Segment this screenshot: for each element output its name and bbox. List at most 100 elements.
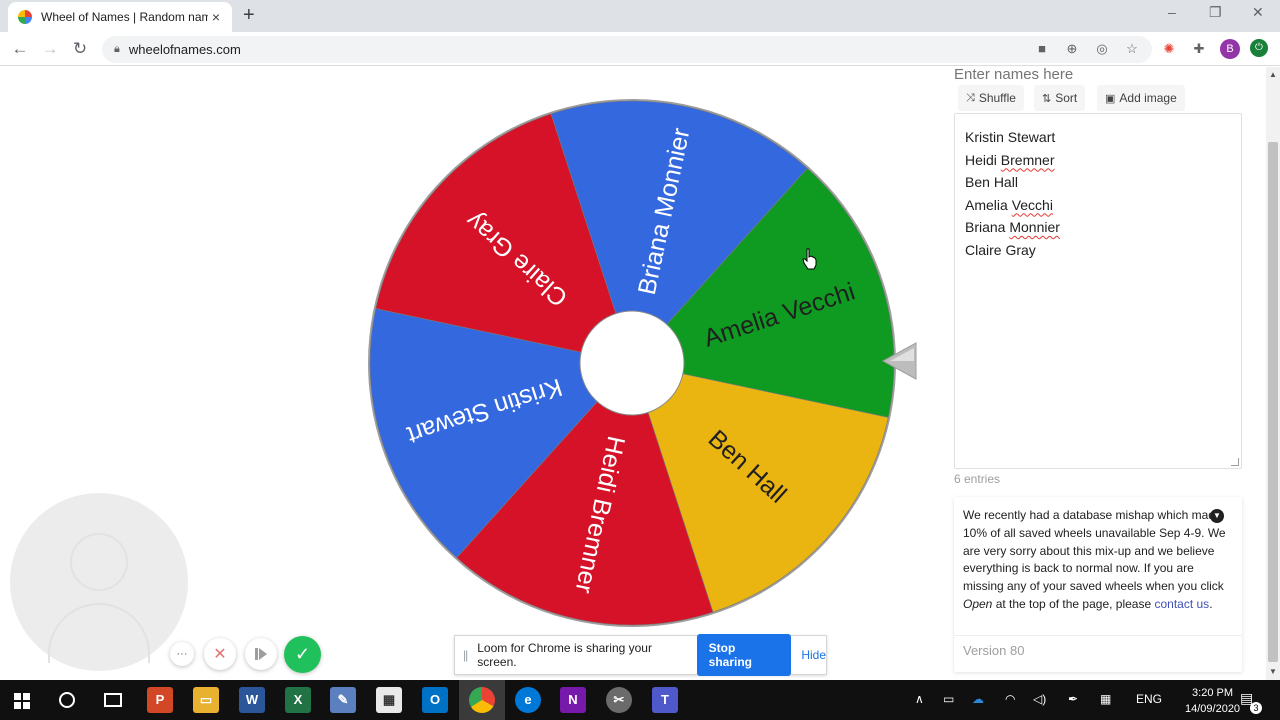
name-first: Briana (965, 219, 1006, 235)
contact-us-link[interactable]: contact us (1154, 597, 1209, 611)
image-icon: ▣ (1105, 92, 1116, 105)
name-entry[interactable]: Amelia Vecchi (965, 194, 1231, 217)
outlook-icon[interactable]: O (422, 687, 448, 713)
clock-date: 14/09/2020 (1185, 703, 1241, 715)
wheel-center-hub[interactable] (579, 310, 685, 416)
notice-card: We recently had a database mishap which … (954, 497, 1242, 672)
minimize-button[interactable]: – (1168, 4, 1176, 20)
name-entry[interactable]: Ben Hall (965, 171, 1231, 194)
scrollbar-thumb[interactable] (1268, 142, 1278, 662)
name-last: Vecchi (1011, 196, 1053, 213)
name-entry[interactable]: Heidi Bremner (965, 149, 1231, 172)
back-icon[interactable]: ← (10, 39, 30, 59)
chrome-icon[interactable] (469, 687, 495, 713)
notice-open-word: Open (963, 596, 993, 611)
tab-strip: Wheel of Names | Random name × + – ❐ ✕ (0, 0, 1280, 32)
teams-icon[interactable]: T (652, 687, 678, 713)
add-image-button[interactable]: ▣ Add image (1097, 85, 1185, 111)
loom-pause-button[interactable] (245, 638, 277, 670)
wifi-icon[interactable]: ◠ (1005, 692, 1015, 706)
star-icon[interactable]: ☆ (1123, 40, 1141, 58)
loom-cancel-button[interactable]: ✕ (204, 638, 236, 670)
sort-button[interactable]: ⇅ Sort (1034, 85, 1086, 111)
pen-icon[interactable]: ✒ (1068, 692, 1078, 706)
name-last: Gray (1005, 241, 1036, 258)
version-label: Version 80 (963, 643, 1025, 658)
sort-icon: ⇅ (1042, 92, 1052, 105)
onenote-icon[interactable]: N (560, 687, 586, 713)
profile-avatar[interactable]: B (1220, 39, 1240, 59)
name-wheel[interactable]: Amelia VecchiBen HallHeidi BremnerKristi… (366, 97, 898, 629)
notice-body-2: at the top of the page, please (992, 596, 1155, 611)
pause-play-icon (255, 648, 267, 660)
sort-label: Sort (1055, 91, 1078, 105)
screen-share-bar: || Loom for Chrome is sharing your scree… (454, 634, 827, 676)
url-text: wheelofnames.com (128, 42, 241, 57)
drag-handle-icon[interactable]: || (463, 648, 468, 662)
name-first: Kristin (965, 129, 1004, 145)
name-first: Ben (965, 174, 990, 190)
word-icon[interactable]: W (239, 687, 265, 713)
name-first: Claire (965, 241, 1002, 258)
name-first: Amelia (965, 196, 1008, 213)
reload-icon[interactable]: ↻ (70, 39, 90, 59)
windows-start-icon[interactable] (14, 693, 30, 709)
shuffle-button[interactable]: ⤨ Shuffle (958, 85, 1024, 111)
restore-button[interactable]: ❐ (1209, 4, 1222, 21)
task-view-icon[interactable] (104, 693, 122, 707)
page-content: Amelia Vecchi Ben Hall Heidi Bremner Kristi… (0, 67, 1266, 680)
onedrive-icon[interactable]: ☁ (972, 692, 984, 706)
loom-extension-icon[interactable]: ✺ (1160, 40, 1178, 58)
edge-icon[interactable]: e (515, 687, 541, 713)
name-entry[interactable]: Claire Gray (965, 239, 1231, 262)
snipping-tool-icon[interactable]: ✂ (606, 687, 632, 713)
calculator-icon[interactable]: ▦ (376, 687, 402, 713)
search-icon[interactable] (59, 692, 75, 708)
loom-more-button[interactable]: ··· (170, 642, 194, 666)
close-window-button[interactable]: ✕ (1252, 4, 1264, 21)
name-first: Heidi (965, 151, 997, 168)
notice-body-1: We recently had a database mishap which … (963, 508, 1226, 594)
scroll-up-icon[interactable]: ▲ (1269, 70, 1277, 79)
resize-handle[interactable] (1231, 458, 1239, 466)
lock-icon: 🔒︎ (114, 43, 120, 55)
forward-icon[interactable]: → (40, 39, 60, 59)
keyboard-icon[interactable]: ▦ (1100, 692, 1111, 706)
address-bar-row: ← → ↻ 🔒︎ wheelofnames.com (0, 32, 1280, 66)
entries-toolbar: ⤨ Shuffle ⇅ Sort ▣ Add image (954, 85, 1244, 113)
editor-app-icon[interactable]: ✎ (330, 687, 356, 713)
zoom-icon[interactable]: ⊕ (1063, 40, 1081, 58)
collapse-notice-icon[interactable]: ▼ (1210, 509, 1224, 523)
notice-text: We recently had a database mishap which … (963, 507, 1227, 614)
name-entry[interactable]: Briana Monnier (965, 216, 1231, 239)
eye-off-icon[interactable]: ◎ (1093, 40, 1111, 58)
camera-icon[interactable]: ■ (1033, 40, 1051, 58)
clock[interactable]: 3:20 PM 14/09/2020 (1185, 685, 1240, 717)
name-entry[interactable]: Kristin Stewart (965, 126, 1231, 149)
loom-webcam-bubble[interactable] (10, 493, 188, 671)
scroll-down-icon[interactable]: ▼ (1269, 667, 1277, 676)
wheel-pointer-icon (881, 342, 917, 380)
extensions-puzzle-icon[interactable]: ✚ (1190, 40, 1208, 58)
hide-button[interactable]: Hide (801, 648, 826, 662)
new-tab-button[interactable]: + (243, 4, 255, 27)
stop-sharing-button[interactable]: Stop sharing (696, 634, 792, 676)
mouse-cursor-icon (802, 248, 817, 270)
file-explorer-icon[interactable]: ▭ (193, 687, 219, 713)
language-indicator[interactable]: ENG (1136, 692, 1162, 706)
share-message: Loom for Chrome is sharing your screen. (477, 641, 652, 669)
tab-close-icon[interactable]: × (208, 9, 224, 25)
show-hidden-icons-icon[interactable]: ∧ (915, 692, 924, 706)
loom-finish-button[interactable]: ✓ (284, 636, 321, 673)
excel-icon[interactable]: X (285, 687, 311, 713)
page-scrollbar[interactable]: ▲ ▼ (1266, 67, 1280, 680)
webcam-avatar-head (70, 533, 128, 591)
green-extension-icon[interactable]: ⏻ (1250, 39, 1268, 57)
battery-icon[interactable]: ▭ (943, 692, 954, 706)
powerpoint-icon[interactable]: P (147, 687, 173, 713)
wheel-favicon-icon (18, 10, 32, 24)
omnibox[interactable]: 🔒︎ wheelofnames.com (102, 36, 1152, 63)
names-textarea[interactable]: Kristin Stewart Heidi Bremner Ben Hall Amel… (954, 113, 1242, 469)
tab-wheel-of-names[interactable]: Wheel of Names | Random name × (8, 2, 232, 32)
volume-icon[interactable]: ◁) (1033, 692, 1046, 706)
